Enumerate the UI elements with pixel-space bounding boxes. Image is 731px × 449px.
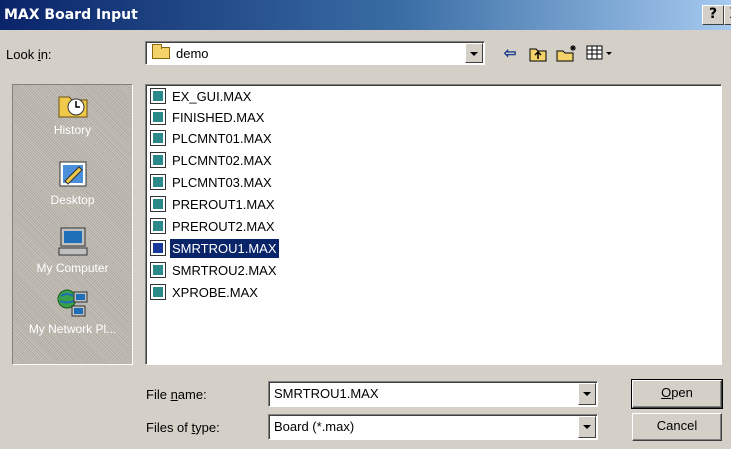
- file-type-dropdown-button[interactable]: [578, 416, 596, 438]
- back-arrow-icon[interactable]: ⇦: [500, 44, 520, 64]
- places-bar: History Desktop My Computer My Network P…: [12, 84, 133, 365]
- list-item[interactable]: PLCMNT02.MAX: [150, 151, 274, 170]
- file-name-field[interactable]: SMRTROU1.MAX: [268, 381, 598, 407]
- max-file-icon: [150, 262, 166, 278]
- file-type-label: Files of type:: [146, 420, 220, 435]
- desktop-icon: [59, 161, 86, 187]
- history-icon: [58, 96, 87, 118]
- place-label: History: [53, 123, 92, 137]
- place-history[interactable]: History: [13, 89, 132, 137]
- up-one-level-icon[interactable]: [528, 44, 548, 64]
- list-item[interactable]: PREROUT2.MAX: [150, 217, 277, 236]
- place-label: My Network Pl...: [28, 322, 117, 336]
- max-file-icon: [150, 218, 166, 234]
- place-my-computer[interactable]: My Computer: [13, 227, 132, 275]
- list-item[interactable]: PREROUT1.MAX: [150, 195, 277, 214]
- new-folder-icon[interactable]: [556, 44, 578, 64]
- file-type-value: Board (*.max): [274, 419, 355, 434]
- list-item[interactable]: PLCMNT01.MAX: [150, 129, 274, 148]
- list-item[interactable]: EX_GUI.MAX: [150, 87, 253, 106]
- title-bar[interactable]: MAX Board Input ? X: [0, 0, 731, 30]
- max-file-icon: [150, 196, 166, 212]
- view-menu-icon[interactable]: [586, 44, 614, 64]
- look-in-value: demo: [176, 46, 209, 61]
- place-label: Desktop: [50, 193, 95, 207]
- help-button[interactable]: ?: [702, 5, 724, 25]
- close-button[interactable]: X: [724, 5, 731, 25]
- list-item-selected[interactable]: SMRTROU1.MAX: [150, 238, 280, 259]
- file-name-dropdown-button[interactable]: [578, 383, 596, 405]
- max-file-icon: [150, 109, 166, 125]
- window-title: MAX Board Input: [4, 7, 138, 23]
- max-file-icon: [150, 152, 166, 168]
- open-button[interactable]: Open: [631, 379, 723, 409]
- max-file-icon: [150, 88, 166, 104]
- max-file-icon: [150, 284, 166, 300]
- place-label: My Computer: [36, 261, 109, 275]
- file-name-value: SMRTROU1.MAX: [274, 386, 379, 401]
- max-board-input-dialog: MAX Board Input ? X Look in: demo ⇦: [0, 0, 731, 449]
- list-item[interactable]: SMRTROU2.MAX: [150, 261, 279, 280]
- my-network-places-icon: [57, 289, 87, 317]
- look-in-label: Look in:: [6, 47, 52, 62]
- file-type-select[interactable]: Board (*.max): [268, 414, 598, 440]
- folder-icon: [152, 44, 170, 59]
- cancel-button[interactable]: Cancel: [632, 413, 722, 441]
- place-my-network[interactable]: My Network Pl...: [13, 288, 132, 336]
- list-item[interactable]: PLCMNT03.MAX: [150, 173, 274, 192]
- file-name-label: File name:: [146, 387, 207, 402]
- look-in-combo[interactable]: demo: [145, 41, 485, 65]
- max-file-icon: [150, 130, 166, 146]
- my-computer-icon: [58, 227, 87, 256]
- file-list[interactable]: EX_GUI.MAX FINISHED.MAX PLCMNT01.MAX PLC…: [145, 84, 722, 365]
- max-file-icon: [150, 174, 166, 190]
- look-in-dropdown-button[interactable]: [465, 43, 483, 63]
- max-file-icon: [150, 240, 166, 256]
- list-item[interactable]: FINISHED.MAX: [150, 108, 266, 127]
- place-desktop[interactable]: Desktop: [13, 159, 132, 207]
- list-item[interactable]: XPROBE.MAX: [150, 283, 260, 302]
